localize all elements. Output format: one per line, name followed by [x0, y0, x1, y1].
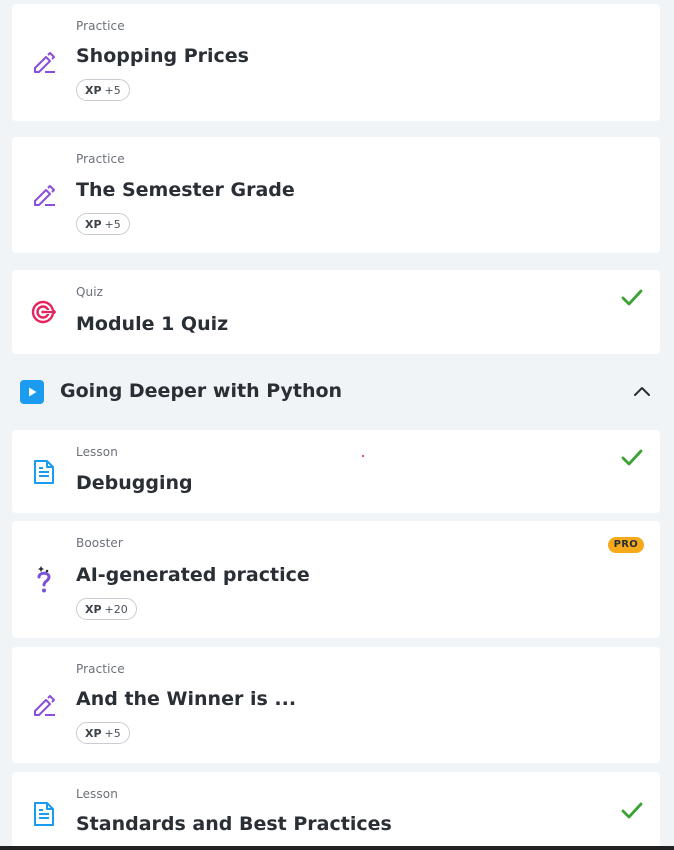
- activity-title[interactable]: The Semester Grade: [76, 179, 295, 201]
- activity-title[interactable]: Shopping Prices: [76, 45, 249, 67]
- activity-card-module-1-quiz[interactable]: Quiz Module 1 Quiz: [12, 270, 660, 354]
- bottom-edge-bar: [0, 846, 674, 850]
- activity-type-label: Practice: [76, 662, 125, 676]
- document-icon: [30, 458, 58, 486]
- xp-value: +20: [104, 602, 128, 616]
- xp-badge: XP +5: [76, 722, 130, 744]
- check-icon: [621, 289, 643, 306]
- target-icon: [30, 298, 58, 326]
- activity-card-and-the-winner-is[interactable]: Practice And the Winner is ... XP +5: [12, 647, 660, 763]
- activity-title[interactable]: AI-generated practice: [76, 564, 310, 586]
- activity-type-label: Quiz: [76, 285, 104, 299]
- activity-type-label: Practice: [76, 19, 125, 33]
- pro-badge: PRO: [607, 537, 644, 553]
- activity-card-ai-generated-practice[interactable]: Booster PRO AI-generated practice XP +20: [12, 521, 660, 638]
- activity-type-label: Lesson: [76, 787, 118, 801]
- xp-label: XP: [85, 602, 102, 616]
- xp-value: +5: [104, 83, 121, 97]
- activity-title[interactable]: And the Winner is ...: [76, 688, 296, 710]
- activity-type-label: Practice: [76, 152, 125, 166]
- activity-card-standards-best-practices[interactable]: Lesson Standards and Best Practices: [12, 772, 660, 850]
- check-icon: [621, 802, 643, 819]
- course-module-list: Practice Shopping Prices XP +5 Practice …: [0, 0, 674, 850]
- activity-title[interactable]: Standards and Best Practices: [76, 813, 392, 835]
- pencil-icon: [30, 181, 58, 209]
- cursor-dot: [362, 455, 364, 457]
- activity-card-debugging[interactable]: Lesson Debugging: [12, 430, 660, 513]
- xp-badge: XP +20: [76, 598, 137, 620]
- xp-value: +5: [104, 726, 121, 740]
- activity-type-label: Booster: [76, 536, 123, 550]
- activity-title[interactable]: Module 1 Quiz: [76, 313, 228, 335]
- check-icon: [621, 449, 643, 466]
- play-icon: [20, 380, 44, 404]
- activity-type-label: Lesson: [76, 445, 118, 459]
- xp-badge: XP +5: [76, 213, 130, 235]
- xp-badge: XP +5: [76, 79, 130, 101]
- pencil-icon: [30, 691, 58, 719]
- xp-label: XP: [85, 217, 102, 231]
- xp-label: XP: [85, 83, 102, 97]
- pencil-icon: [30, 48, 58, 76]
- sparkle-question-icon: [30, 565, 58, 593]
- activity-card-shopping-prices[interactable]: Practice Shopping Prices XP +5: [12, 4, 660, 121]
- document-icon: [30, 800, 58, 828]
- xp-value: +5: [104, 217, 121, 231]
- section-title: Going Deeper with Python: [60, 380, 343, 402]
- section-header[interactable]: Going Deeper with Python: [0, 370, 674, 414]
- xp-label: XP: [85, 726, 102, 740]
- activity-title[interactable]: Debugging: [76, 472, 193, 494]
- activity-card-semester-grade[interactable]: Practice The Semester Grade XP +5: [12, 137, 660, 253]
- chevron-up-icon[interactable]: [632, 382, 652, 402]
